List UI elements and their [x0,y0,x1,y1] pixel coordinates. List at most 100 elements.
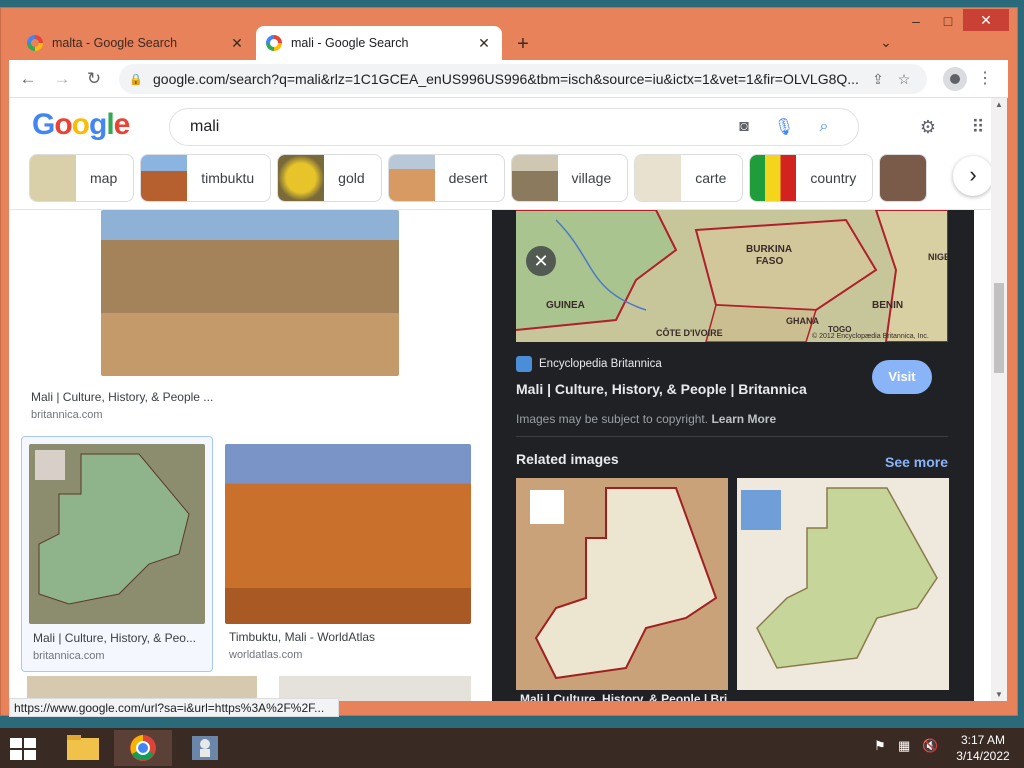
chip-label: map [90,170,118,186]
search-query[interactable]: mali [190,118,724,136]
result-image[interactable] [225,444,471,624]
mali-map-related [516,478,728,690]
reload-icon[interactable]: ↻ [81,66,107,92]
chip-carte[interactable]: carte [634,154,744,202]
search-input[interactable]: mali ◙ 🎙 ⌕ [169,108,859,146]
flag-icon[interactable]: ⚑ [874,738,886,754]
preview-source-name[interactable]: Encyclopedia Britannica [539,358,662,370]
address-bar[interactable]: 🔒 google.com/search?q=mali&rlz=1C1GCEA_e… [119,64,927,94]
chip-label: gold [338,170,365,186]
result-card-selected[interactable]: Mali | Culture, History, & Peo... britan… [21,436,213,672]
chip-village[interactable]: village [510,154,629,202]
preview-title[interactable]: Mali | Culture, History, & People | Brit… [516,381,807,397]
browser-toolbar: ← → ↻ 🔒 google.com/search?q=mali&rlz=1C1… [9,60,1008,98]
chip-partial[interactable] [879,154,928,202]
see-more-link[interactable]: See more [885,454,948,470]
microphone-icon[interactable]: 🎙 [764,117,804,137]
chip-label: desert [448,170,488,186]
result-card[interactable]: Mali | Culture, History, & People ... br… [19,210,471,426]
status-bubble: https://www.google.com/url?sa=i&url=http… [9,698,339,717]
chip-map[interactable]: map [29,154,135,202]
window-close-button[interactable]: ✕ [963,9,1009,31]
tab-title: malta - Google Search [52,36,178,50]
file-explorer-icon[interactable] [54,730,112,766]
page-viewport: Google mali ◙ 🎙 ⌕ ⚙ ⠿ map timbuktu gold … [9,98,991,701]
related-heading: Related images [516,451,619,467]
chip-label: village [571,170,612,186]
mali-map-related [737,478,949,690]
result-image[interactable] [29,444,205,624]
chip-thumbnail [635,155,682,201]
url-text[interactable]: google.com/search?q=mali&rlz=1C1GCEA_enU… [153,71,865,87]
tab-close-icon[interactable]: ✕ [476,35,492,52]
result-title[interactable]: Mali | Culture, History, & Peo... [33,631,205,645]
bookmark-star-icon[interactable]: ☆ [891,71,917,88]
map-label: NIGERIA [928,252,948,262]
google-logo[interactable]: Google [32,108,130,142]
forward-arrow-icon[interactable]: → [49,66,75,92]
settings-gear-icon[interactable]: ⚙ [915,114,941,140]
result-title[interactable]: Timbuktu, Mali - WorldAtlas [229,630,469,644]
preview-source[interactable]: Encyclopedia Britannica [516,356,662,372]
network-icon[interactable]: ▦ [898,738,910,754]
profile-avatar[interactable] [943,67,967,91]
copyright-text: Images may be subject to copyright. [516,412,709,426]
map-label: BURKINA [746,244,792,255]
page-scrollbar[interactable]: ▲ ▼ [991,98,1007,701]
result-title[interactable]: Mali | Culture, History, & People ... [31,390,231,404]
visit-button[interactable]: Visit [872,360,932,394]
chip-gold[interactable]: gold [277,154,382,202]
scroll-down-icon[interactable]: ▼ [991,690,1007,699]
chip-thumbnail [278,155,325,201]
clock[interactable]: 3:17 AM 3/14/2022 [950,732,1016,764]
britannica-logo-icon [516,356,532,372]
maximize-icon[interactable]: □ [933,8,963,36]
close-icon[interactable]: ✕ [526,246,556,276]
result-source[interactable]: britannica.com [31,409,103,421]
chess-app-icon[interactable] [176,730,234,766]
related-caption[interactable]: Mali | Culture, History, & People | Bri.… [520,692,737,701]
chip-desert[interactable]: desert [387,154,505,202]
share-icon[interactable]: ⇪ [865,71,891,88]
menu-kebab-icon[interactable]: ⋮ [975,66,995,92]
new-tab-button[interactable]: + [509,32,537,58]
tab-mali[interactable]: mali - Google Search ✕ [256,26,502,60]
result-image[interactable] [101,210,399,376]
preview-panel: BURKINA FASO GUINEA BENIN GHANA CÔTE D'I… [492,210,974,701]
result-source[interactable]: britannica.com [33,650,105,662]
chip-thumbnail [880,155,927,201]
chip-timbuktu[interactable]: timbuktu [140,154,272,202]
result-card[interactable]: Timbuktu, Mali - WorldAtlas worldatlas.c… [219,436,475,672]
back-arrow-icon[interactable]: ← [15,66,41,92]
chip-thumbnail [388,155,435,201]
apps-grid-icon[interactable]: ⠿ [965,114,991,140]
search-icon[interactable]: ⌕ [804,118,844,136]
chip-label: carte [695,170,727,186]
chip-country[interactable]: country [749,154,874,202]
tab-title: mali - Google Search [291,36,409,50]
volume-muted-icon[interactable]: 🔇 [922,738,938,754]
scroll-up-icon[interactable]: ▲ [991,100,1007,109]
result-source[interactable]: worldatlas.com [229,649,302,661]
related-image[interactable] [737,478,949,690]
learn-more-link[interactable]: Learn More [711,412,776,426]
preview-image[interactable]: BURKINA FASO GUINEA BENIN GHANA CÔTE D'I… [515,210,966,343]
map-label: CÔTE D'IVOIRE [656,327,723,338]
tab-close-icon[interactable]: ✕ [229,35,245,52]
windows-start-icon[interactable] [8,736,38,762]
tab-search-chevron-icon[interactable]: ⌄ [875,34,897,51]
chip-label: country [810,170,857,186]
related-image[interactable] [516,478,728,690]
chrome-icon[interactable] [114,730,172,766]
related-chips: map timbuktu gold desert village carte c… [29,154,959,202]
taskbar: ⚑ ▦ 🔇 3:17 AM 3/14/2022 [0,728,1024,768]
chip-label: timbuktu [201,170,255,186]
lock-icon[interactable]: 🔒 [129,73,143,86]
copyright-notice: Images may be subject to copyright. Lear… [516,412,776,426]
chip-thumbnail [750,155,797,201]
camera-icon[interactable]: ◙ [724,118,764,136]
chevron-right-icon[interactable]: › [953,156,991,196]
minimize-icon[interactable]: – [901,8,931,36]
scroll-thumb[interactable] [994,283,1004,373]
tab-malta[interactable]: malta - Google Search ✕ [17,26,255,60]
